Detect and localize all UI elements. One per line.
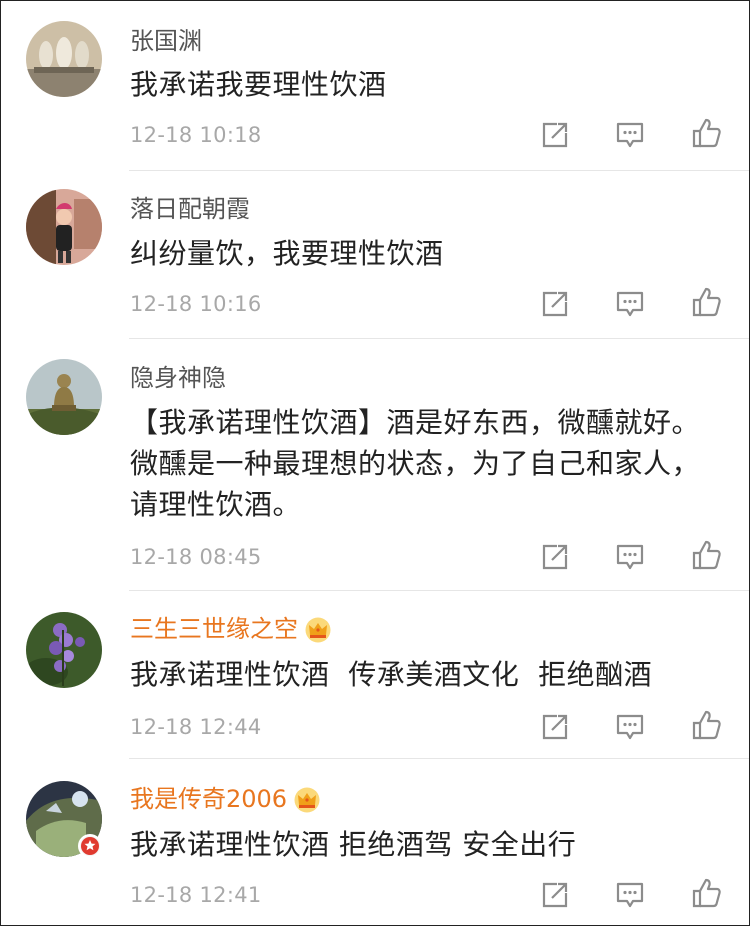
repost-icon (542, 544, 568, 570)
comment-icon (616, 544, 644, 570)
comment-text: 我承诺理性饮酒 拒绝酒驾 安全出行 (130, 828, 577, 861)
comment-button[interactable] (614, 119, 646, 151)
like-button[interactable] (691, 709, 723, 741)
comment-icon (616, 882, 644, 908)
repost-button[interactable] (539, 879, 571, 911)
comment-icon (616, 291, 644, 317)
vip-crown-icon (294, 787, 320, 813)
comment-icon (616, 714, 644, 740)
commenter-name[interactable]: 三生三世缘之空 (130, 614, 332, 644)
comment-icon (616, 122, 644, 148)
commenter-name-text: 我是传奇2006 (130, 785, 288, 813)
comment-item: 隐身神隐 【我承诺理性饮酒】酒是好东西，微醺就好。微醺是一种最理想的状态，为了自… (1, 339, 749, 591)
repost-button[interactable] (539, 711, 571, 743)
comment-text: 我承诺理性饮酒 传承美酒文化 拒绝酗酒 (130, 658, 653, 691)
repost-icon (542, 122, 568, 148)
comment-timestamp: 12-18 08:45 (130, 545, 262, 569)
comment-timestamp: 12-18 10:18 (130, 123, 262, 147)
repost-icon (542, 882, 568, 908)
comment-button[interactable] (614, 541, 646, 573)
comment-timestamp: 12-18 10:16 (130, 292, 262, 316)
like-icon (692, 118, 721, 148)
like-icon (692, 540, 721, 570)
commenter-name[interactable]: 隐身神隐 (130, 363, 226, 393)
avatar[interactable] (26, 189, 102, 265)
comment-item: 三生三世缘之空 我承诺理性饮酒 传承美酒文化 拒绝酗酒 12-18 12:44 (1, 591, 749, 759)
commenter-name[interactable]: 落日配朝霞 (130, 194, 250, 224)
commenter-name-text: 三生三世缘之空 (130, 615, 298, 643)
comment-text: 我承诺我要理性饮酒 (130, 68, 387, 101)
avatar[interactable] (26, 359, 102, 435)
comment-timestamp: 12-18 12:44 (130, 715, 262, 739)
repost-icon (542, 291, 568, 317)
avatar[interactable] (26, 612, 102, 688)
repost-button[interactable] (539, 541, 571, 573)
vip-crown-icon (305, 617, 331, 643)
comment-item: 落日配朝霞 纠纷量饮，我要理性饮酒 12-18 10:16 (1, 171, 749, 339)
repost-button[interactable] (539, 119, 571, 151)
like-button[interactable] (691, 539, 723, 571)
like-button[interactable] (691, 117, 723, 149)
comment-text: 【我承诺理性饮酒】酒是好东西，微醺就好。微醺是一种最理想的状态，为了自己和家人，… (130, 406, 701, 521)
commenter-name[interactable]: 我是传奇2006 (130, 784, 321, 814)
like-button[interactable] (691, 286, 723, 318)
commenter-name[interactable]: 张国渊 (130, 26, 202, 56)
like-icon (692, 287, 721, 317)
repost-icon (542, 714, 568, 740)
avatar[interactable] (26, 21, 102, 97)
comment-button[interactable] (614, 288, 646, 320)
like-icon (692, 878, 721, 908)
like-button[interactable] (691, 877, 723, 909)
comment-item: 张国渊 我承诺我要理性饮酒 12-18 10:18 (1, 1, 749, 171)
comment-item: 我是传奇2006 我承诺理性饮酒 拒绝酒驾 安全出行 12-18 12:41 (1, 759, 749, 925)
comment-button[interactable] (614, 711, 646, 743)
verified-badge (78, 834, 102, 858)
comment-list: 张国渊 我承诺我要理性饮酒 12-18 10:18 落日配朝霞 纠纷量饮，我要理… (0, 0, 750, 926)
like-icon (692, 710, 721, 740)
comment-timestamp: 12-18 12:41 (130, 883, 262, 907)
verified-badge-icon (81, 837, 99, 855)
comment-button[interactable] (614, 879, 646, 911)
repost-button[interactable] (539, 288, 571, 320)
comment-text: 纠纷量饮，我要理性饮酒 (130, 237, 444, 270)
